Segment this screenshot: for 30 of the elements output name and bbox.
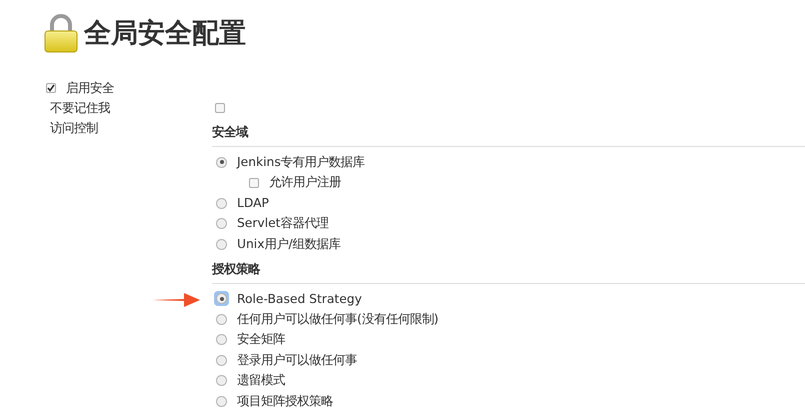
radio-label: Servlet容器代理 bbox=[237, 215, 329, 232]
radio-label: 安全矩阵 bbox=[237, 331, 285, 348]
checkbox-label: 启用安全 bbox=[66, 80, 114, 96]
radio-label: 项目矩阵授权策略 bbox=[237, 392, 333, 410]
radio-button[interactable] bbox=[216, 396, 227, 407]
radio-button[interactable] bbox=[216, 218, 227, 230]
radio-button[interactable] bbox=[216, 238, 227, 250]
field-label: 不要记住我 bbox=[50, 100, 110, 116]
section-heading: 安全域 bbox=[212, 123, 805, 147]
checkbox-label: 允许用户注册 bbox=[269, 174, 341, 192]
checkbox[interactable] bbox=[46, 83, 56, 93]
radio-button[interactable] bbox=[216, 314, 227, 325]
lock-icon bbox=[44, 14, 78, 54]
radio-label: LDAP bbox=[237, 196, 269, 210]
radio-button[interactable] bbox=[216, 334, 227, 346]
radio-label: Role-Based Strategy bbox=[237, 292, 362, 306]
radio-button[interactable] bbox=[216, 354, 227, 366]
radio-label: Unix用户/组数据库 bbox=[237, 236, 341, 253]
radio-label: Jenkins专有用户数据库 bbox=[237, 154, 365, 171]
radio-label: 遗留模式 bbox=[237, 372, 285, 390]
radio-button[interactable] bbox=[216, 156, 227, 168]
field-label: 访问控制 bbox=[50, 120, 98, 136]
radio-label: 任何用户可以做任何事(没有任何限制) bbox=[237, 310, 439, 328]
page-title: 全局安全配置 bbox=[84, 17, 246, 51]
checkbox[interactable] bbox=[215, 103, 225, 113]
radio-button[interactable] bbox=[216, 375, 227, 386]
section-heading: 授权策略 bbox=[212, 260, 805, 284]
checkbox[interactable] bbox=[249, 178, 259, 188]
radio-button[interactable] bbox=[216, 198, 227, 209]
radio-label: 登录用户可以做任何事 bbox=[237, 352, 357, 369]
